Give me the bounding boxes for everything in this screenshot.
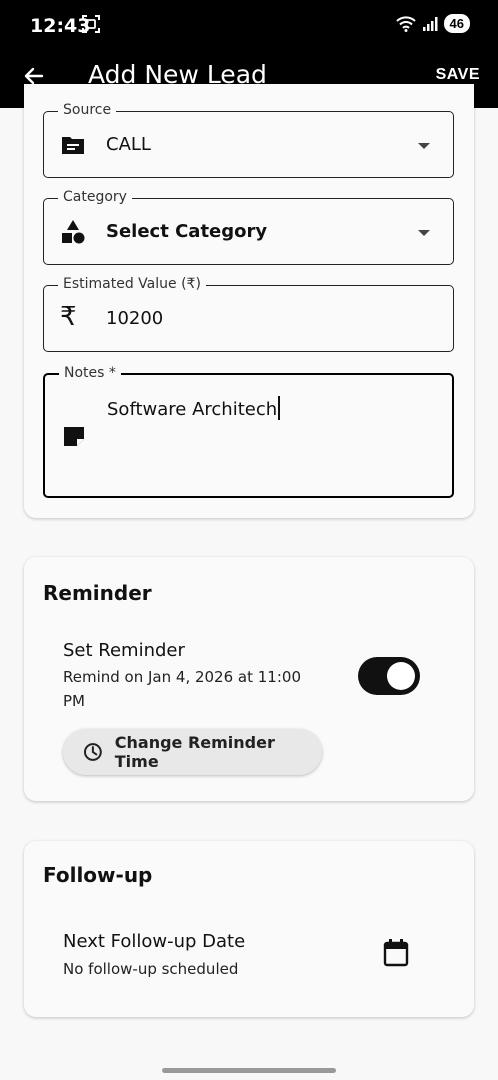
shapes-icon <box>62 220 85 244</box>
reminder-toggle[interactable] <box>358 657 420 695</box>
estimated-value-label: Estimated Value (₹) <box>58 276 206 292</box>
status-icons: 46 <box>395 14 470 33</box>
rupee-icon: ₹ <box>60 302 77 332</box>
change-reminder-label: Change Reminder Time <box>114 733 275 771</box>
estimated-value-input[interactable]: 10200 <box>106 308 163 329</box>
status-bar: 12:43 46 <box>0 0 498 50</box>
reminder-title: Reminder <box>43 581 152 605</box>
follow-up-status: No follow-up scheduled <box>63 960 239 978</box>
reminder-card: Reminder Set Reminder Remind on Jan 4, 2… <box>24 557 474 801</box>
wifi-icon <box>395 15 416 32</box>
category-label: Category <box>58 189 132 205</box>
clock-icon <box>83 743 102 761</box>
signal-icon <box>422 16 438 31</box>
notes-input[interactable]: Software Architech <box>107 396 281 420</box>
estimated-value-field[interactable]: Estimated Value (₹) ₹ 10200 <box>43 276 454 352</box>
notes-label: Notes * <box>59 365 121 381</box>
home-indicator[interactable] <box>162 1068 336 1073</box>
next-follow-up-label: Next Follow-up Date <box>63 931 246 952</box>
follow-up-card: Follow-up Next Follow-up Date No follow-… <box>24 841 474 1017</box>
reminder-datetime-line2: PM <box>63 692 85 710</box>
category-dropdown[interactable]: Category Select Category <box>43 189 454 265</box>
text-cursor <box>278 396 281 420</box>
source-dropdown[interactable]: Source CALL <box>43 102 454 178</box>
battery-badge: 46 <box>443 14 470 33</box>
dropdown-arrow-icon[interactable] <box>417 141 431 151</box>
screen-record-icon <box>82 15 100 33</box>
calendar-icon[interactable] <box>383 939 409 967</box>
notes-field[interactable]: Notes * Software Architech <box>43 365 454 498</box>
dropdown-arrow-icon[interactable] <box>417 228 431 238</box>
category-value: Select Category <box>106 221 268 242</box>
document-list-icon <box>62 137 84 154</box>
reminder-datetime-line1: Remind on Jan 4, 2026 at 11:00 <box>63 668 301 686</box>
save-button[interactable]: SAVE <box>436 66 480 84</box>
source-label: Source <box>58 102 117 118</box>
change-reminder-time-button[interactable]: Change Reminder Time <box>63 729 322 775</box>
source-value: CALL <box>106 134 151 155</box>
note-icon <box>64 427 84 446</box>
toggle-knob <box>387 662 415 690</box>
set-reminder-label: Set Reminder <box>63 640 185 661</box>
notes-text: Software Architech <box>107 399 278 420</box>
follow-up-title: Follow-up <box>43 863 153 887</box>
lead-details-card: Source CALL Category Select Category Est… <box>24 84 474 518</box>
